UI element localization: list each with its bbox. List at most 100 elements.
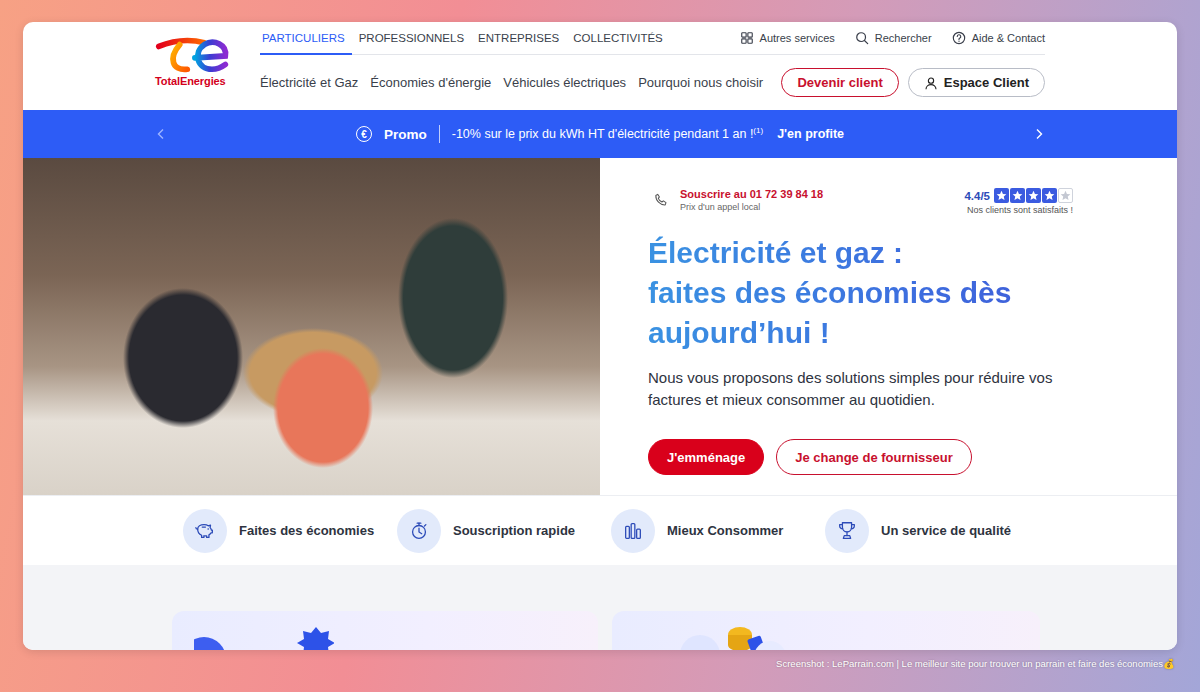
chevron-left-icon[interactable] (155, 128, 167, 140)
audience-tab[interactable]: ENTREPRISES (471, 22, 566, 55)
audience-tab[interactable]: PROFESSIONNELS (352, 22, 471, 55)
utility-label[interactable]: Autres services (760, 32, 835, 44)
audience-tab[interactable]: COLLECTIVITÉS (566, 22, 669, 55)
browser-page: TotalEnergiesPARTICULIERSPROFESSIONNELSE… (23, 22, 1177, 650)
change-supplier-button[interactable]: Je change de fournisseur (776, 439, 972, 475)
screenshot-caption: Screenshot : LeParrain.com | Le meilleur… (23, 650, 1177, 669)
piggy-bank-icon (194, 520, 216, 542)
audience-tab[interactable]: PARTICULIERS (260, 22, 352, 55)
feature-badge (183, 509, 227, 553)
rating-value: 4.4/5 (964, 190, 990, 202)
offers-section (23, 565, 1177, 650)
main-nav: Électricité et Gaz Économies d'énergie Véh… (260, 75, 763, 90)
feature-badge (825, 509, 869, 553)
hero-panel: Souscrire au 01 72 39 84 18 Prix d'un app… (600, 158, 1177, 495)
badge-illustration-icon (194, 613, 334, 650)
feature-label: Faites des économies (239, 523, 374, 538)
audience-tabs: PARTICULIERSPROFESSIONNELSENTREPRISESCOL… (260, 22, 670, 54)
rating-stars (994, 188, 1073, 203)
promo-link[interactable]: J'en profite (777, 127, 844, 141)
feature-label: Souscription rapide (453, 523, 575, 538)
utility-label[interactable]: Aide & Contact (972, 32, 1045, 44)
phone-note: Prix d'un appel local (680, 202, 823, 212)
promo-content: € Promo -10% sur le prix du kWh HT d'élect… (356, 125, 844, 143)
hero-text: Nous vous proposons des solutions simple… (648, 367, 1073, 411)
main-nav-item[interactable]: Véhicules électriques (503, 75, 626, 90)
utility-link[interactable]: Autres services (740, 31, 835, 45)
client-space-button[interactable]: Espace Client (908, 68, 1045, 97)
offer-card[interactable] (612, 611, 1040, 650)
phone-text: Souscrire au 01 72 39 84 18 Prix d'un app… (680, 188, 823, 212)
star-icon (996, 190, 1007, 201)
trophy-icon (836, 520, 858, 542)
utility-label[interactable]: Rechercher (875, 32, 932, 44)
phone-contact[interactable]: Souscrire au 01 72 39 84 18 Prix d'un app… (648, 188, 823, 212)
promo-inner: € Promo -10% sur le prix du kWh HT d'élect… (155, 110, 1045, 158)
rating: 4.4/5 Nos clients sont satisfaits ! (964, 188, 1073, 215)
utility-links: Autres services Rechercher Aide & Contact (740, 22, 1045, 54)
hero-top-row: Souscrire au 01 72 39 84 18 Prix d'un app… (648, 188, 1073, 215)
star (1042, 188, 1057, 203)
promo-text: -10% sur le prix du kWh HT d'électricité… (452, 126, 763, 141)
chevron-right-icon[interactable] (1033, 128, 1045, 140)
star (1026, 188, 1041, 203)
stopwatch-icon (408, 520, 430, 542)
site-header: TotalEnergiesPARTICULIERSPROFESSIONNELSE… (155, 22, 1045, 110)
hero-title: Électricité et gaz :faites des économies… (648, 233, 1073, 353)
star-icon (1044, 190, 1055, 201)
hero-title-line: faites des économies dès (648, 273, 1073, 313)
euro-icon: € (356, 126, 372, 142)
coins-illustration-icon (670, 613, 790, 650)
phone-icon[interactable] (654, 193, 668, 207)
hero-buttons: J'emménage Je change de fournisseur (648, 439, 1073, 475)
star-icon (1012, 190, 1023, 201)
user-icon[interactable] (924, 76, 938, 90)
header-buttons: Devenir client Espace Client (781, 68, 1045, 97)
rating-note: Nos clients sont satisfaits ! (967, 205, 1073, 215)
grid-icon[interactable] (740, 31, 754, 45)
feature-item: Un service de qualité (825, 509, 1039, 553)
utility-link[interactable]: Aide & Contact (952, 31, 1045, 45)
phone-number[interactable]: Souscrire au 01 72 39 84 18 (680, 188, 823, 200)
star-icon (1060, 190, 1071, 201)
page: TotalEnergiesPARTICULIERSPROFESSIONNELSE… (0, 0, 1200, 669)
feature-item: Faites des économies (183, 509, 397, 553)
totalenergies-logo-icon[interactable] (155, 35, 231, 75)
client-space-label[interactable]: Espace Client (944, 75, 1029, 90)
main-bar: Électricité et Gaz Économies d'énergie Véh… (260, 55, 1045, 110)
hero-title-line: aujourd’hui ! (648, 313, 1073, 353)
features-row: Faites des économies Souscription rapide M… (23, 495, 1177, 565)
feature-item: Mieux Consommer (611, 509, 825, 553)
help-icon[interactable] (952, 31, 966, 45)
bar-chart-icon (622, 520, 644, 542)
feature-badge (397, 509, 441, 553)
search-icon[interactable] (855, 31, 869, 45)
main-nav-item[interactable]: Pourquoi nous choisir (638, 75, 763, 90)
main-nav-item[interactable]: Économies d'énergie (370, 75, 491, 90)
star (1010, 188, 1025, 203)
logo-text[interactable]: TotalEnergies (155, 75, 226, 87)
feature-badge (611, 509, 655, 553)
utility-link[interactable]: Rechercher (855, 31, 932, 45)
offer-card[interactable] (172, 611, 598, 650)
hero-title-line: Électricité et gaz : (648, 233, 1073, 273)
move-in-button[interactable]: J'emménage (648, 439, 764, 475)
top-bar: PARTICULIERSPROFESSIONNELSENTREPRISESCOL… (260, 22, 1045, 55)
header-right: PARTICULIERSPROFESSIONNELSENTREPRISESCOL… (260, 22, 1045, 110)
promo-banner: € Promo -10% sur le prix du kWh HT d'élect… (23, 110, 1177, 158)
star (1058, 188, 1073, 203)
star (994, 188, 1009, 203)
logo[interactable]: TotalEnergies (155, 22, 260, 110)
become-client-button[interactable]: Devenir client (781, 68, 898, 97)
promo-message: -10% sur le prix du kWh HT d'électricité… (452, 128, 754, 142)
main-nav-item[interactable]: Électricité et Gaz (260, 75, 358, 90)
rating-row: 4.4/5 (964, 188, 1073, 203)
promo-label: Promo (384, 127, 427, 142)
star-icon (1028, 190, 1039, 201)
promo-separator (439, 125, 440, 143)
hero: Souscrire au 01 72 39 84 18 Prix d'un app… (23, 158, 1177, 495)
feature-label: Mieux Consommer (667, 523, 783, 538)
promo-footnote: (1) (753, 126, 763, 135)
feature-label: Un service de qualité (881, 523, 1011, 538)
feature-item: Souscription rapide (397, 509, 611, 553)
